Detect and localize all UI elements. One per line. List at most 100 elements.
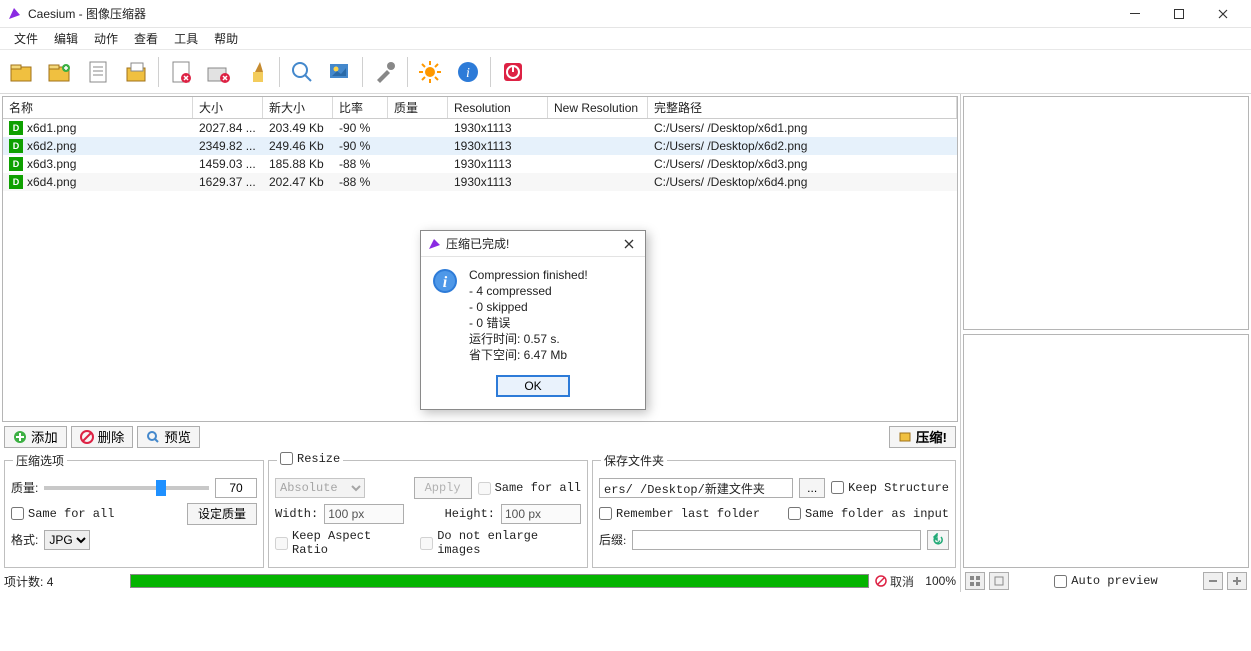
toolbar-separator xyxy=(279,57,280,87)
save-path-input[interactable]: ers/ /Desktop/新建文件夹 xyxy=(599,478,793,498)
zoom-button[interactable] xyxy=(284,54,320,90)
toolbar-separator xyxy=(407,57,408,87)
remove-label: 删除 xyxy=(98,427,125,446)
preview-original xyxy=(963,96,1249,330)
dialog-close-button[interactable] xyxy=(619,235,639,253)
table-row[interactable]: Dx6d2.png2349.82 ...249.46 Kb-90 %1930x1… xyxy=(3,137,957,155)
table-header: 名称 大小 新大小 比率 质量 Resolution New Resolutio… xyxy=(3,97,957,119)
zoom-in-button[interactable] xyxy=(1227,572,1247,590)
resize-panel: Resize Absolute Apply Same for all Width… xyxy=(268,452,588,569)
fit-button[interactable] xyxy=(965,572,985,590)
same-as-input-checkbox[interactable]: Same folder as input xyxy=(788,507,949,521)
cancel-button[interactable]: 取消 xyxy=(875,573,914,590)
square-icon xyxy=(993,575,1005,587)
menu-view[interactable]: 查看 xyxy=(126,28,166,49)
info-icon: i xyxy=(431,267,459,295)
width-label: Width: xyxy=(275,507,318,521)
table-row[interactable]: Dx6d1.png2027.84 ...203.49 Kb-90 %1930x1… xyxy=(3,119,957,137)
suffix-reset-button[interactable] xyxy=(927,530,949,550)
format-label: 格式: xyxy=(11,531,38,548)
completion-dialog: 压缩已完成! i Compression finished!- 4 compre… xyxy=(420,230,646,410)
menu-tools[interactable]: 工具 xyxy=(166,28,206,49)
clean-button[interactable] xyxy=(239,54,275,90)
slider-thumb[interactable] xyxy=(156,480,166,496)
col-quality[interactable]: 质量 xyxy=(388,97,448,118)
keep-aspect-checkbox[interactable]: Keep Aspect Ratio xyxy=(275,529,408,557)
original-size-button[interactable] xyxy=(989,572,1009,590)
menu-file[interactable]: 文件 xyxy=(6,28,46,49)
quality-input[interactable] xyxy=(215,478,257,498)
menu-edit[interactable]: 编辑 xyxy=(46,28,86,49)
file-icon: D xyxy=(9,139,23,153)
no-enlarge-checkbox[interactable]: Do not enlarge images xyxy=(420,529,581,557)
open-file-button[interactable] xyxy=(4,54,40,90)
window-maximize-button[interactable] xyxy=(1157,0,1201,28)
col-new-resolution[interactable]: New Resolution xyxy=(548,97,648,118)
height-input[interactable] xyxy=(501,504,581,524)
remove-item-button[interactable] xyxy=(163,54,199,90)
col-newsize[interactable]: 新大小 xyxy=(263,97,333,118)
quality-label: 质量: xyxy=(11,479,38,496)
cancel-icon xyxy=(875,575,887,587)
window-minimize-button[interactable] xyxy=(1113,0,1157,28)
status-bar: 项计数: 4 取消 100% xyxy=(0,570,960,592)
toolbar-separator xyxy=(490,57,491,87)
app-icon xyxy=(6,6,22,22)
window-close-button[interactable] xyxy=(1201,0,1245,28)
svg-text:i: i xyxy=(466,66,470,81)
minus-icon xyxy=(1207,575,1219,587)
save-list-button[interactable] xyxy=(118,54,154,90)
add-button[interactable]: 添加 xyxy=(4,426,67,448)
col-size[interactable]: 大小 xyxy=(193,97,263,118)
clear-list-button[interactable] xyxy=(201,54,237,90)
dialog-title: 压缩已完成! xyxy=(446,235,619,252)
resize-apply-button[interactable]: Apply xyxy=(414,477,472,499)
menu-action[interactable]: 动作 xyxy=(86,28,126,49)
resize-checkbox[interactable]: Resize xyxy=(280,452,340,466)
set-quality-button[interactable]: 设定质量 xyxy=(187,503,257,525)
table-row[interactable]: Dx6d4.png1629.37 ...202.47 Kb-88 %1930x1… xyxy=(3,173,957,191)
list-action-bar: 添加 删除 预览 压缩! xyxy=(0,424,960,450)
dialog-message: Compression finished!- 4 compressed- 0 s… xyxy=(469,267,588,363)
menu-help[interactable]: 帮助 xyxy=(206,28,246,49)
window-title: Caesium - 图像压缩器 xyxy=(28,5,1113,22)
add-label: 添加 xyxy=(31,427,58,446)
format-select[interactable]: JPG xyxy=(44,530,90,550)
dialog-ok-button[interactable]: OK xyxy=(496,375,570,397)
col-full-path[interactable]: 完整路径 xyxy=(648,97,957,118)
compress-label: 压缩! xyxy=(916,427,947,446)
col-ratio[interactable]: 比率 xyxy=(333,97,388,118)
open-list-button[interactable] xyxy=(80,54,116,90)
close-icon xyxy=(624,239,634,249)
auto-preview-checkbox[interactable]: Auto preview xyxy=(1054,574,1157,588)
progress-bar xyxy=(130,574,869,588)
window-titlebar: Caesium - 图像压缩器 xyxy=(0,0,1251,28)
about-button[interactable]: i xyxy=(450,54,486,90)
preview-list-button[interactable]: 预览 xyxy=(137,426,200,448)
col-name[interactable]: 名称 xyxy=(3,97,193,118)
preview-button[interactable] xyxy=(322,54,358,90)
compress-icon xyxy=(898,430,912,444)
table-row[interactable]: Dx6d3.png1459.03 ...185.88 Kb-88 %1930x1… xyxy=(3,155,957,173)
compress-button[interactable]: 压缩! xyxy=(889,426,956,448)
tools-button[interactable] xyxy=(367,54,403,90)
save-folder-panel: 保存文件夹 ers/ /Desktop/新建文件夹 ... Keep Struc… xyxy=(592,452,956,569)
settings-button[interactable] xyxy=(412,54,448,90)
resize-same-for-all-checkbox[interactable]: Same for all xyxy=(478,481,581,495)
quality-slider[interactable] xyxy=(44,486,209,490)
keep-structure-checkbox[interactable]: Keep Structure xyxy=(831,481,949,495)
zoom-out-button[interactable] xyxy=(1203,572,1223,590)
suffix-input[interactable] xyxy=(632,530,921,550)
exit-button[interactable] xyxy=(495,54,531,90)
remove-button[interactable]: 删除 xyxy=(71,426,134,448)
col-resolution[interactable]: Resolution xyxy=(448,97,548,118)
open-folder-button[interactable] xyxy=(42,54,78,90)
browse-button[interactable]: ... xyxy=(799,478,825,498)
width-input[interactable] xyxy=(324,504,404,524)
same-for-all-checkbox[interactable]: Same for all xyxy=(11,507,114,521)
remember-folder-checkbox[interactable]: Remember last folder xyxy=(599,507,760,521)
toolbar: i xyxy=(0,50,1251,94)
resize-mode-select[interactable]: Absolute xyxy=(275,478,365,498)
plus-icon xyxy=(13,430,27,444)
forbid-icon xyxy=(80,430,94,444)
